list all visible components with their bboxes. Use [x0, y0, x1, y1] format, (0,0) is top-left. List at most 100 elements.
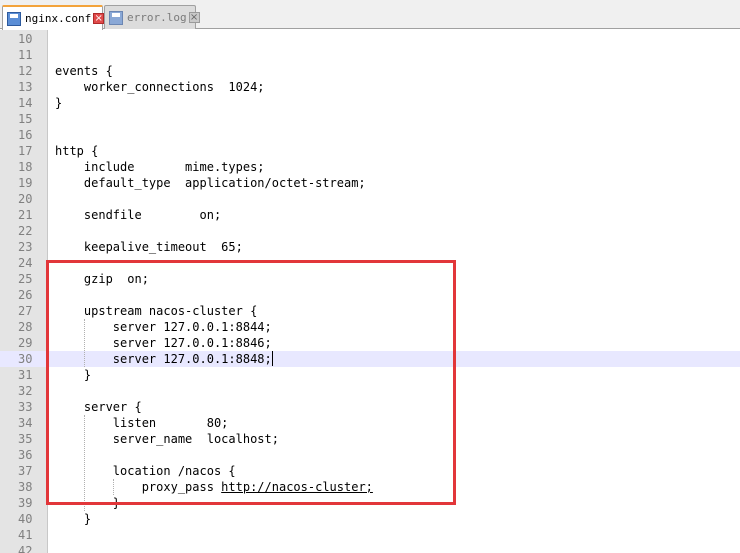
code-line[interactable]: 24 [0, 255, 740, 271]
line-number: 27 [18, 304, 33, 318]
code-line[interactable]: 22 [0, 223, 740, 239]
code-text: server { [55, 399, 142, 415]
code-segment: default_type application/octet-stream; [55, 176, 366, 190]
code-line[interactable]: 41 [0, 527, 740, 543]
close-icon[interactable]: × [93, 13, 105, 24]
line-number: 32 [18, 384, 33, 398]
code-text: sendfile on; [55, 207, 221, 223]
line-number: 36 [18, 448, 33, 462]
line-number: 28 [18, 320, 33, 334]
line-number: 19 [18, 176, 33, 190]
line-number: 10 [18, 32, 33, 46]
code-text: upstream nacos-cluster { [55, 303, 257, 319]
code-line[interactable]: 38 proxy_pass http://nacos-cluster; [0, 479, 740, 495]
code-segment: gzip on; [55, 272, 149, 286]
code-line[interactable]: 35 server_name localhost; [0, 431, 740, 447]
line-number: 23 [18, 240, 33, 254]
url-link[interactable]: http://nacos-cluster; [221, 480, 373, 494]
code-line[interactable]: 21 sendfile on; [0, 207, 740, 223]
text-caret [271, 351, 273, 366]
code-text: server 127.0.0.1:8848; [55, 351, 272, 367]
close-icon[interactable]: × [188, 12, 200, 23]
line-number: 31 [18, 368, 33, 382]
code-line[interactable]: 33 server { [0, 399, 740, 415]
line-number: 40 [18, 512, 33, 526]
code-text: } [55, 495, 120, 511]
line-number: 29 [18, 336, 33, 350]
code-line[interactable]: 39 } [0, 495, 740, 511]
code-line[interactable]: 36 [0, 447, 740, 463]
line-number: 25 [18, 272, 33, 286]
line-number: 12 [18, 64, 33, 78]
code-line[interactable]: 15 [0, 111, 740, 127]
code-segment: } [55, 96, 63, 110]
line-number: 18 [18, 160, 33, 174]
code-line[interactable]: 37 location /nacos { [0, 463, 740, 479]
code-line[interactable]: 19 default_type application/octet-stream… [0, 175, 740, 191]
code-segment: sendfile on; [55, 208, 222, 222]
code-line[interactable]: 32 [0, 383, 740, 399]
code-segment: events { [55, 64, 113, 78]
code-line[interactable]: 29 server 127.0.0.1:8846; [0, 335, 740, 351]
line-number: 38 [18, 480, 33, 494]
tab-label: error.log [127, 11, 187, 24]
code-segment: server { [55, 400, 142, 414]
line-number: 20 [18, 192, 33, 206]
code-editor[interactable]: 10 11 12 events {13 worker_connections 1024… [0, 30, 740, 553]
line-number: 15 [18, 112, 33, 126]
tab-error-log[interactable]: error.log × [104, 5, 200, 29]
code-text: location /nacos { [55, 463, 236, 479]
code-line[interactable]: 18 include mime.types; [0, 159, 740, 175]
code-line[interactable]: 13 worker_connections 1024; [0, 79, 740, 95]
code-segment: server_name localhost; [55, 432, 279, 446]
line-number: 41 [18, 528, 33, 542]
code-segment: server 127.0.0.1:8846; [55, 336, 272, 350]
line-number: 17 [18, 144, 33, 158]
indent-guide [83, 415, 85, 511]
line-number: 11 [18, 48, 33, 62]
code-text: } [55, 367, 91, 383]
code-segment: upstream nacos-cluster { [55, 304, 258, 318]
line-number: 22 [18, 224, 33, 238]
code-segment: } [55, 368, 92, 382]
file-icon [7, 11, 21, 26]
code-segment: http { [55, 144, 99, 158]
code-segment: worker_connections 1024; [55, 80, 265, 94]
line-number: 37 [18, 464, 33, 478]
line-number: 16 [18, 128, 33, 142]
code-line[interactable]: 30 server 127.0.0.1:8848; [0, 351, 740, 367]
code-line[interactable]: 25 gzip on; [0, 271, 740, 287]
line-number: 30 [18, 352, 33, 366]
code-line[interactable]: 10 [0, 31, 740, 47]
line-number: 14 [18, 96, 33, 110]
code-line[interactable]: 11 [0, 47, 740, 63]
line-number: 26 [18, 288, 33, 302]
code-line[interactable]: 17 http { [0, 143, 740, 159]
code-segment: } [55, 512, 92, 526]
code-line[interactable]: 27 upstream nacos-cluster { [0, 303, 740, 319]
code-text: proxy_pass http://nacos-cluster; [55, 479, 373, 495]
code-line[interactable]: 26 [0, 287, 740, 303]
line-number: 39 [18, 496, 33, 510]
code-segment: include mime.types; [55, 160, 265, 174]
code-line[interactable]: 42 [0, 543, 740, 553]
code-line[interactable]: 34 listen 80; [0, 415, 740, 431]
code-segment: listen 80; [55, 416, 229, 430]
code-line[interactable]: 14} [0, 95, 740, 111]
code-line[interactable]: 16 [0, 127, 740, 143]
code-line[interactable]: 23 keepalive_timeout 65; [0, 239, 740, 255]
code-line[interactable]: 20 [0, 191, 740, 207]
line-number: 35 [18, 432, 33, 446]
code-text: worker_connections 1024; [55, 79, 265, 95]
code-text: keepalive_timeout 65; [55, 239, 243, 255]
code-line[interactable]: 28 server 127.0.0.1:8844; [0, 319, 740, 335]
code-line[interactable]: 31 } [0, 367, 740, 383]
line-number: 21 [18, 208, 33, 222]
code-line[interactable]: 12 events { [0, 63, 740, 79]
tab-nginx-conf[interactable]: nginx.conf × [2, 5, 105, 30]
file-icon [109, 10, 123, 25]
line-number: 34 [18, 416, 33, 430]
code-text: server 127.0.0.1:8844; [55, 319, 272, 335]
code-segment: server 127.0.0.1:8844; [55, 320, 272, 334]
code-line[interactable]: 40 } [0, 511, 740, 527]
